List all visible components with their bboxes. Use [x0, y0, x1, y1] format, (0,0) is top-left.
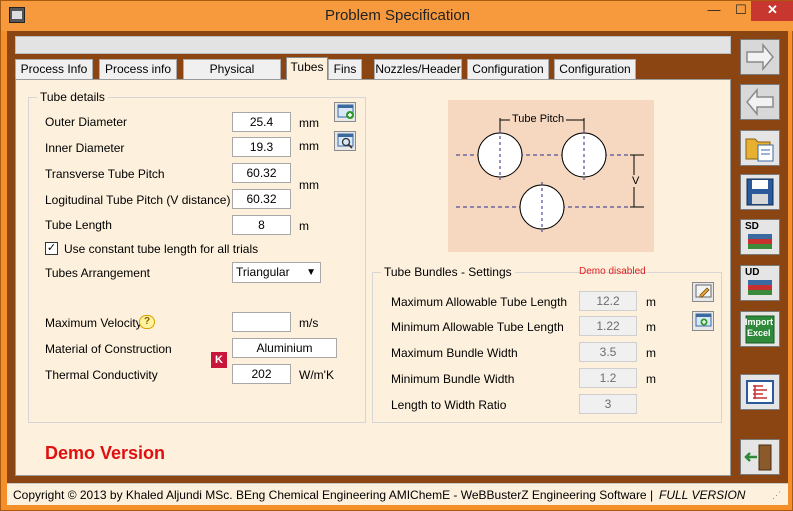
arrangement-select[interactable]: Triangular ▼ — [232, 262, 321, 283]
material-label: Material of Construction — [45, 342, 172, 356]
conductivity-field[interactable]: 202 — [232, 364, 291, 384]
max-velocity-label: Maximum Velocity — [45, 316, 142, 330]
floppy-disk-icon — [746, 178, 774, 206]
tube-length-label: Tube Length — [45, 218, 112, 232]
constant-length-checkbox[interactable]: ✓ — [45, 242, 58, 255]
resize-grip-icon[interactable]: ⋰ — [772, 490, 784, 502]
tab-physical-properties[interactable]: Physical Properties — [183, 59, 281, 94]
longitudinal-pitch-label: Logitudinal Tube Pitch (V distance) — [45, 193, 231, 207]
arrow-left-icon — [746, 87, 774, 117]
sd-label: SD — [745, 221, 759, 232]
min-length-field[interactable]: 1.22 — [579, 316, 637, 336]
max-length-field[interactable]: 12.2 — [579, 291, 637, 311]
tab-configuration-2[interactable]: Configuration 2 — [554, 59, 636, 94]
inner-diameter-unit: mm — [299, 139, 319, 153]
add-settings-button[interactable] — [692, 311, 714, 331]
tubes-panel: Tube details Outer Diameter 25.4 mm Inne… — [15, 79, 731, 476]
window-title: Problem Specification — [324, 7, 471, 24]
status-bar: Copyright © 2013 by Khaled Aljundi MSc. … — [7, 483, 788, 505]
tab-strip: Process Info 1 Process info 2 Physical P… — [15, 57, 735, 94]
longitudinal-pitch-field[interactable]: 60.32 — [232, 189, 291, 209]
tab-configuration-1[interactable]: Configuration 1 — [467, 59, 549, 94]
max-length-label: Maximum Allowable Tube Length — [391, 295, 568, 309]
ud-label: UD — [745, 267, 760, 278]
max-velocity-unit: m/s — [299, 316, 319, 330]
next-button[interactable] — [740, 39, 780, 75]
tab-nozzles-header[interactable]: Nozzles/Header — [374, 59, 462, 79]
import-excel-button[interactable]: Import Excel — [740, 311, 780, 347]
tube-details-label: Tube details — [37, 90, 108, 104]
inner-diameter-field[interactable]: 19.3 — [232, 137, 291, 157]
import-label: Import — [745, 317, 773, 327]
arrangement-value: Triangular — [236, 265, 290, 279]
edit-settings-button[interactable] — [692, 282, 714, 302]
ratio-label: Length to Width Ratio — [391, 398, 507, 412]
tube-pitch-diagram: Tube Pitch V — [448, 100, 654, 252]
inner-diameter-label: Inner Diameter — [45, 141, 125, 155]
max-velocity-field[interactable] — [232, 312, 291, 332]
tab-process-info-2[interactable]: Process info 2 — [99, 59, 177, 94]
arrangement-label: Tubes Arrangement — [45, 266, 150, 280]
demo-disabled-note: Demo disabled — [579, 266, 646, 277]
version-label: FULL VERSION — [659, 488, 746, 502]
diagram-v-label: V — [632, 175, 640, 187]
conductivity-unit: W/m'K — [299, 368, 334, 382]
top-strip — [15, 36, 731, 54]
report-icon — [746, 380, 774, 404]
exit-door-icon — [744, 444, 772, 471]
report-button[interactable] — [740, 374, 780, 410]
max-length-unit: m — [646, 295, 656, 309]
title-bar[interactable]: Problem Specification — ☐ ✕ — [1, 1, 793, 31]
copyright-text: Copyright © 2013 by Khaled Aljundi MSc. … — [13, 488, 654, 502]
outer-diameter-field[interactable]: 25.4 — [232, 112, 291, 132]
ud-database-button[interactable]: UD — [740, 265, 780, 301]
outer-diameter-unit: mm — [299, 116, 319, 130]
tube-length-unit: m — [299, 219, 309, 233]
pitch-unit: mm — [299, 178, 319, 192]
add-icon — [695, 313, 712, 327]
conductivity-label: Thermal Conductivity — [45, 368, 158, 382]
min-width-field[interactable]: 1.2 — [579, 368, 637, 388]
excel-label: Excel — [747, 328, 771, 338]
folder-open-icon — [745, 138, 774, 162]
arrow-right-icon — [746, 42, 774, 72]
k-lookup-button[interactable]: K — [211, 352, 227, 368]
transverse-pitch-label: Transverse Tube Pitch — [45, 167, 165, 181]
tab-fins[interactable]: Fins — [328, 59, 362, 79]
min-length-unit: m — [646, 320, 656, 334]
add-tube-button[interactable] — [334, 102, 356, 122]
material-field[interactable]: Aluminium — [232, 338, 337, 358]
add-tube-icon — [337, 104, 354, 119]
min-width-label: Minimum Bundle Width — [391, 372, 515, 386]
minimize-button[interactable]: — — [701, 1, 727, 21]
tube-length-field[interactable]: 8 — [232, 215, 291, 235]
transverse-pitch-field[interactable]: 60.32 — [232, 163, 291, 183]
chevron-down-icon: ▼ — [306, 267, 316, 278]
search-icon — [337, 133, 354, 149]
open-file-button[interactable] — [740, 130, 780, 166]
min-length-label: Minimum Allowable Tube Length — [391, 320, 564, 334]
exit-button[interactable] — [740, 439, 780, 475]
search-tube-button[interactable] — [334, 131, 356, 151]
max-width-field[interactable]: 3.5 — [579, 342, 637, 362]
tab-tubes[interactable]: Tubes — [286, 57, 328, 80]
ratio-field[interactable]: 3 — [579, 394, 637, 414]
application-window: Problem Specification — ☐ ✕ Process Info… — [0, 0, 793, 511]
tab-process-info-1[interactable]: Process Info 1 — [15, 59, 93, 94]
help-icon[interactable]: ? — [139, 315, 155, 329]
outer-diameter-label: Outer Diameter — [45, 115, 128, 129]
tube-bundles-label: Tube Bundles - Settings — [381, 265, 515, 279]
max-width-label: Maximum Bundle Width — [391, 346, 518, 360]
max-width-unit: m — [646, 346, 656, 360]
back-button[interactable] — [740, 84, 780, 120]
diagram-pitch-label: Tube Pitch — [512, 113, 565, 125]
min-width-unit: m — [646, 372, 656, 386]
close-button[interactable]: ✕ — [751, 1, 793, 21]
edit-icon — [695, 284, 712, 298]
demo-version-label: Demo Version — [45, 443, 166, 463]
constant-length-label: Use constant tube length for all trials — [64, 242, 259, 256]
sd-database-button[interactable]: SD — [740, 219, 780, 255]
save-button[interactable] — [740, 174, 780, 210]
